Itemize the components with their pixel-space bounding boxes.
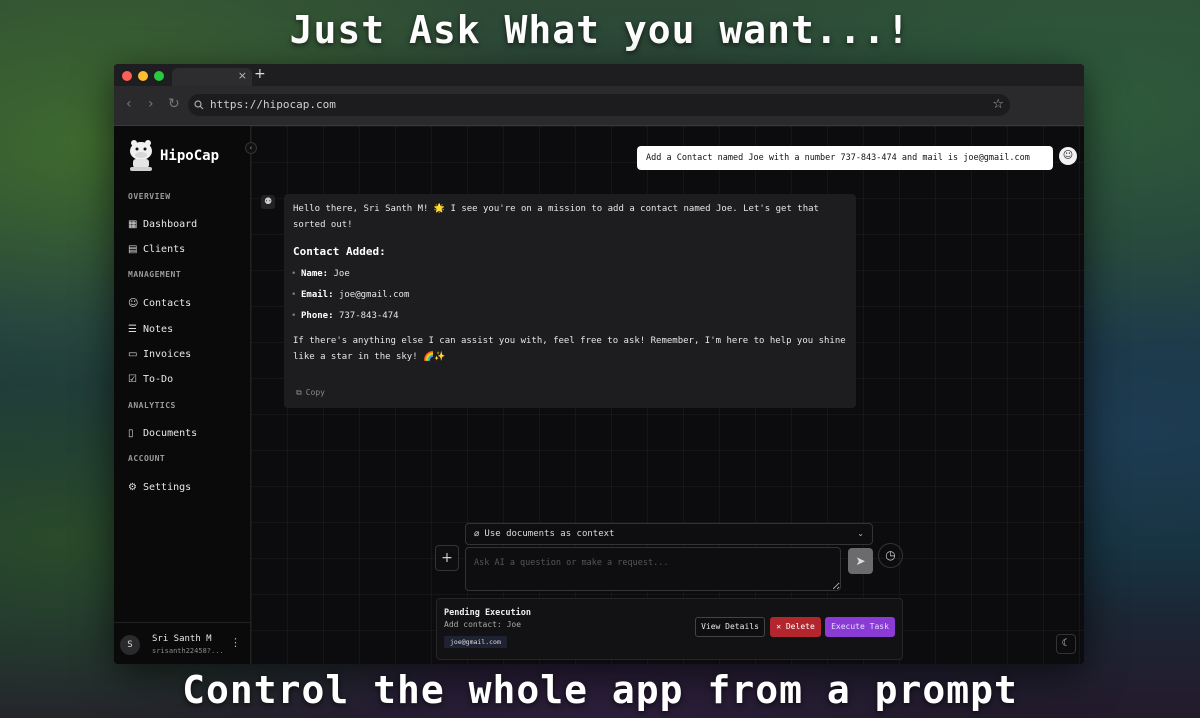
sidebar-item-notes[interactable]: ☰ Notes	[128, 317, 173, 335]
view-details-button[interactable]: View Details	[695, 617, 765, 637]
pending-email-chip: joe@gmail.com	[444, 636, 507, 648]
user-message: Add a Contact named Joe with a number 73…	[637, 146, 1053, 170]
pending-execution-card: Pending Execution Add contact: Joe joe@g…	[436, 598, 903, 660]
send-button[interactable]: ➤	[848, 548, 873, 574]
search-icon	[194, 94, 204, 124]
sidebar-item-clients[interactable]: ▤ Clients	[128, 237, 185, 255]
paperclip-icon: ⌀	[474, 529, 480, 539]
contact-fields-list: Name: Joe Email: joe@gmail.com Phone: 73…	[291, 266, 847, 329]
notes-icon: ☰	[128, 324, 137, 335]
close-window-button[interactable]	[122, 71, 132, 81]
back-arrow-icon[interactable]: ‹	[126, 96, 132, 112]
tab-close-icon[interactable]: ×	[238, 69, 247, 82]
contacts-icon: ☺	[128, 298, 139, 309]
section-analytics: ANALYTICS	[128, 401, 176, 410]
sidebar-item-settings[interactable]: ⚙ Settings	[128, 475, 191, 493]
add-attachment-button[interactable]: +	[435, 545, 459, 571]
assistant-heading: Contact Added:	[293, 245, 386, 258]
dashboard-icon: ▦	[128, 219, 138, 230]
avatar: S	[120, 635, 140, 655]
copy-button[interactable]: ⧉ Copy	[296, 388, 325, 398]
document-icon: ▯	[128, 428, 134, 439]
list-item: Email: joe@gmail.com	[291, 287, 847, 308]
prompt-input[interactable]	[465, 547, 841, 591]
pending-subtitle: Add contact: Joe	[444, 620, 522, 629]
clients-icon: ▤	[128, 244, 138, 255]
bot-icon: ⚉	[261, 195, 275, 209]
section-overview: OVERVIEW	[128, 192, 171, 201]
maximize-window-button[interactable]	[154, 71, 164, 81]
headline-top: Just Ask What you want...!	[289, 8, 911, 52]
headline-bottom: Control the whole app from a prompt	[182, 668, 1018, 712]
section-management: MANAGEMENT	[128, 270, 182, 279]
app-shell: HipoCap OVERVIEW ▦ Dashboard ▤ Clients MAN…	[114, 126, 1084, 664]
checkbox-icon: ☑	[128, 374, 137, 385]
copy-icon: ⧉	[296, 388, 302, 397]
sidebar: HipoCap OVERVIEW ▦ Dashboard ▤ Clients MAN…	[114, 126, 251, 664]
hippo-logo-icon	[126, 138, 156, 174]
execute-task-button[interactable]: Execute Task	[825, 617, 895, 637]
sidebar-item-invoices[interactable]: ▭ Invoices	[128, 342, 191, 360]
address-bar[interactable]: https://hipocap.com ☆	[188, 94, 1010, 116]
gear-icon: ⚙	[128, 482, 137, 493]
reload-icon[interactable]: ↻	[168, 96, 180, 112]
section-account: ACCOUNT	[128, 454, 166, 463]
more-vertical-icon[interactable]: ⋮	[230, 636, 241, 649]
chevron-down-icon: ⌄	[857, 529, 864, 538]
assistant-outro: If there's anything else I can assist yo…	[293, 336, 846, 362]
user-icon: ☺	[1059, 147, 1077, 165]
forward-arrow-icon[interactable]: ›	[148, 96, 154, 112]
browser-tab[interactable]: ×	[172, 68, 252, 86]
chat-area: Add a Contact named Joe with a number 73…	[251, 126, 1084, 664]
delete-button[interactable]: ✕ Delete	[770, 617, 821, 637]
user-name: Sri Santh M	[152, 634, 212, 644]
list-item: Name: Joe	[291, 266, 847, 287]
url-text: https://hipocap.com	[210, 98, 336, 111]
assistant-message: Hello there, Sri Santh M! 🌟 I see you're…	[284, 194, 856, 408]
collapse-sidebar-button[interactable]: ‹	[245, 142, 257, 154]
browser-window: × + ‹ › ↻ https://hipocap.com ☆ HipoCap …	[114, 64, 1084, 664]
sidebar-item-contacts[interactable]: ☺ Contacts	[128, 291, 191, 309]
assistant-intro: Hello there, Sri Santh M! 🌟 I see you're…	[293, 204, 819, 230]
list-item: Phone: 737-843-474	[291, 308, 847, 329]
history-clock-icon[interactable]: ◷	[878, 543, 903, 568]
minimize-window-button[interactable]	[138, 71, 148, 81]
sidebar-item-todo[interactable]: ☑ To-Do	[128, 367, 173, 385]
context-select[interactable]: ⌀ Use documents as context ⌄	[465, 523, 873, 545]
sidebar-item-documents[interactable]: ▯ Documents	[128, 421, 197, 439]
user-profile[interactable]: S Sri Santh M srisanth22458?... ⋮	[114, 622, 251, 664]
moon-icon[interactable]: ☾	[1056, 634, 1076, 654]
brand-name: HipoCap	[160, 148, 220, 164]
user-email: srisanth22458?...	[152, 647, 224, 655]
new-tab-button[interactable]: +	[254, 66, 266, 82]
browser-nav-bar: ‹ › ↻ https://hipocap.com ☆	[114, 86, 1084, 126]
sidebar-item-dashboard[interactable]: ▦ Dashboard	[128, 212, 197, 230]
invoices-icon: ▭	[128, 349, 138, 360]
bookmark-star-icon[interactable]: ☆	[992, 94, 1004, 116]
tab-bar: × +	[114, 64, 1084, 86]
pending-title: Pending Execution	[444, 608, 531, 618]
